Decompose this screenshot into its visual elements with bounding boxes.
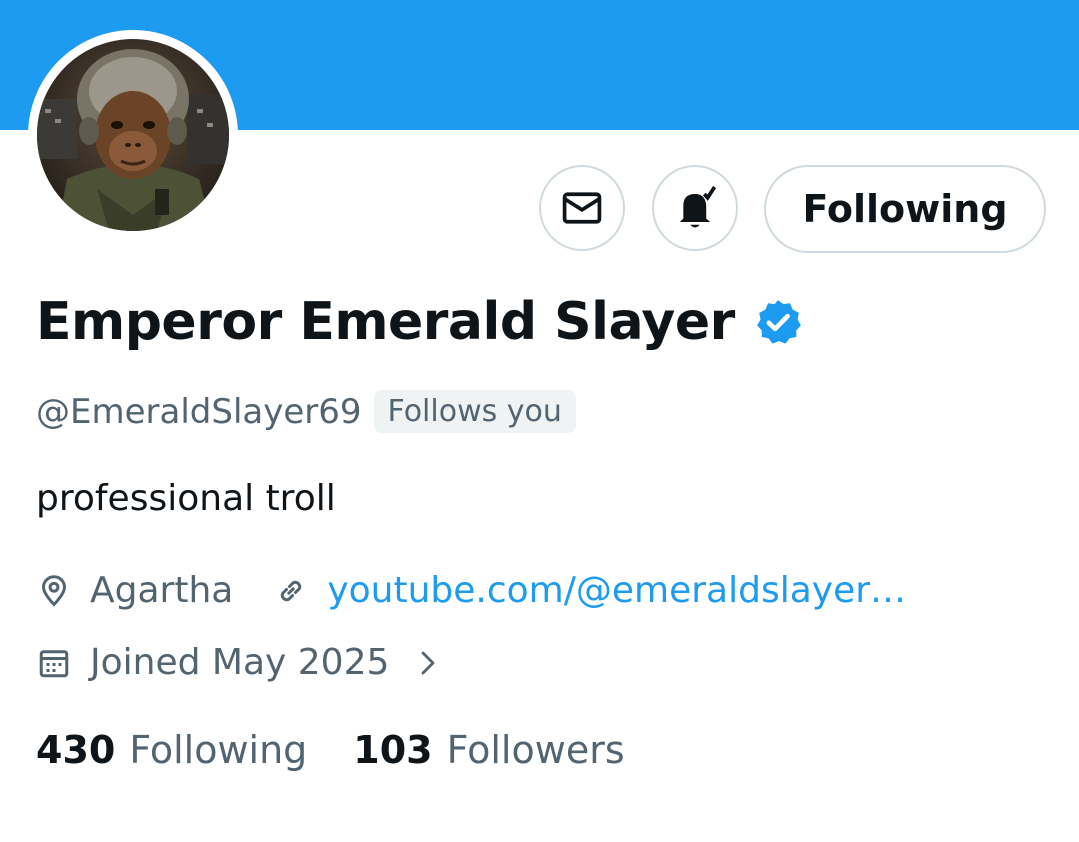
envelope-icon — [562, 192, 602, 224]
following-button[interactable]: Following — [764, 165, 1046, 253]
link-icon — [273, 573, 309, 609]
follows-you-badge: Follows you — [373, 390, 576, 433]
name-row: Emperor Emerald Slayer — [36, 292, 803, 352]
verified-badge-icon[interactable] — [753, 297, 803, 347]
followers-label: Followers — [446, 728, 625, 772]
location-text: Agartha — [90, 570, 234, 611]
website-link[interactable]: youtube.com/@emeraldslayer… — [327, 570, 906, 611]
followers-count: 103 — [353, 728, 433, 772]
following-stat[interactable]: 430 Following — [36, 728, 307, 772]
avatar[interactable] — [28, 30, 238, 240]
avatar-image — [37, 39, 229, 231]
bio: professional troll — [36, 478, 336, 519]
chevron-right-icon — [413, 648, 443, 678]
followers-stat[interactable]: 103 Followers — [353, 728, 624, 772]
following-count: 430 — [36, 728, 116, 772]
joined-date: Joined May 2025 — [90, 642, 390, 683]
follow-stats: 430 Following 103 Followers — [36, 728, 625, 772]
joined-row[interactable]: Joined May 2025 — [36, 642, 443, 683]
handle-row: @EmeraldSlayer69 Follows you — [36, 390, 576, 433]
following-label: Following — [129, 728, 308, 772]
display-name: Emperor Emerald Slayer — [36, 292, 735, 352]
username-handle: @EmeraldSlayer69 — [36, 391, 362, 432]
location-link-row: Agartha youtube.com/@emeraldslayer… — [36, 570, 906, 611]
calendar-icon — [36, 645, 72, 681]
bell-check-icon — [679, 185, 717, 228]
message-button[interactable] — [539, 165, 625, 251]
location-pin-icon — [36, 573, 72, 609]
notifications-button[interactable] — [652, 165, 738, 251]
